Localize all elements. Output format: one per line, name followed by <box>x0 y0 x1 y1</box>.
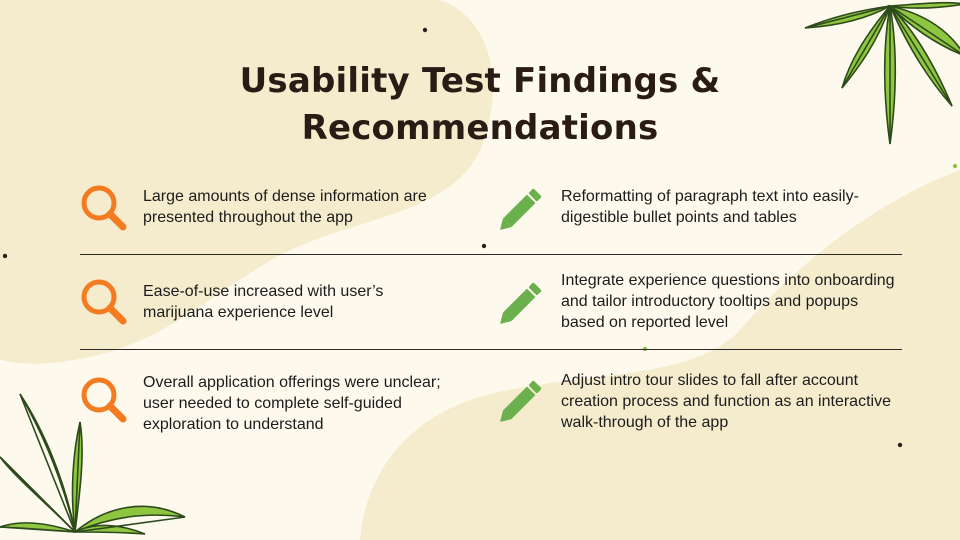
cannabis-leaf-top-right <box>804 1 960 145</box>
dot <box>897 442 903 448</box>
recommendation-text: Integrate experience questions into onbo… <box>561 272 895 331</box>
magnifying-glass-icon <box>76 180 132 236</box>
pencil-icon <box>494 180 550 236</box>
magnifying-glass-icon <box>76 372 132 428</box>
finding-text: Overall application offerings were uncle… <box>143 374 441 433</box>
recommendation-text: Adjust intro tour slides to fall after a… <box>561 372 891 431</box>
dot <box>422 27 428 33</box>
row-divider <box>80 349 902 350</box>
recommendation-text: Reformatting of paragraph text into easi… <box>561 188 859 226</box>
dot <box>952 163 958 169</box>
row-divider <box>80 254 902 255</box>
magnifying-glass-icon <box>76 274 132 330</box>
dot <box>481 243 487 249</box>
finding-text: Ease-of-use increased with user’s mariju… <box>143 283 384 321</box>
slide: Usability Test Findings & Recommendation… <box>0 0 960 540</box>
pencil-icon <box>494 274 550 330</box>
dot <box>2 253 8 259</box>
page-title: Usability Test Findings & Recommendation… <box>239 61 721 148</box>
finding-text: Large amounts of dense information are p… <box>143 188 427 226</box>
pencil-icon <box>494 372 550 428</box>
